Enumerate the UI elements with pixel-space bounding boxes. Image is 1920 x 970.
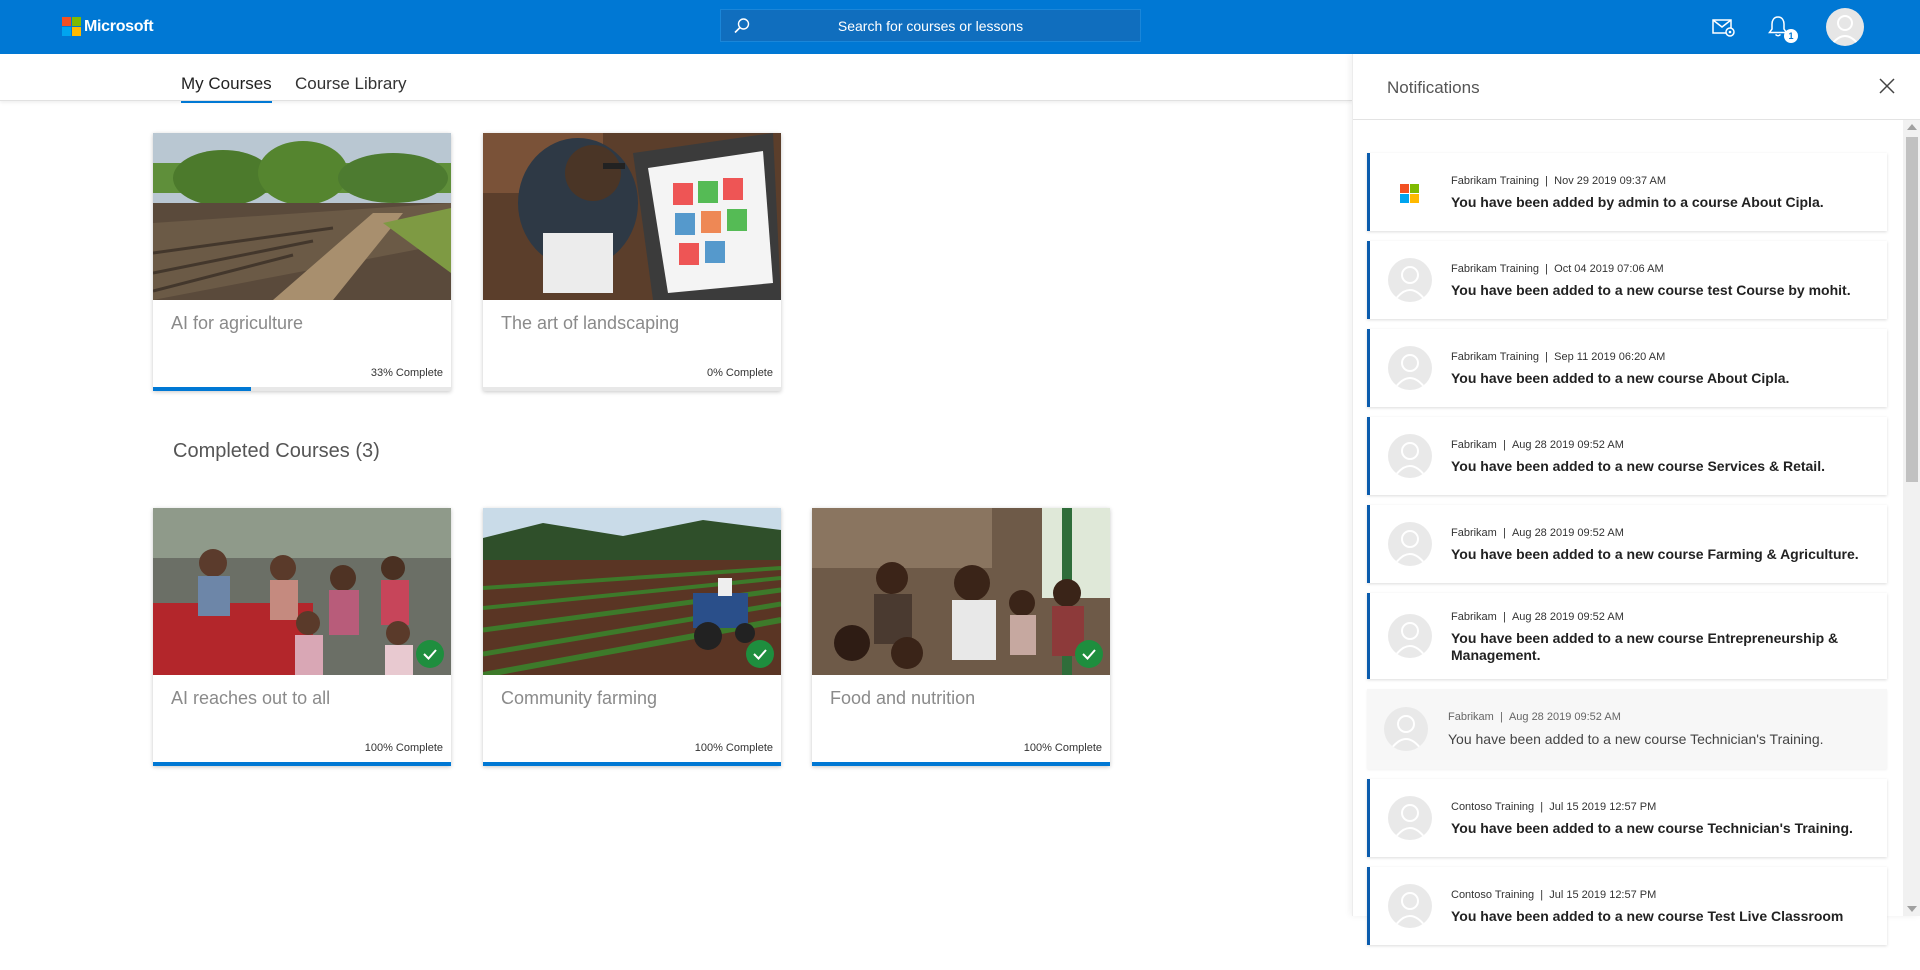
notification-item[interactable]: Contoso Training | Jul 15 2019 12:57 PM … xyxy=(1367,779,1887,857)
progress-label: 100% Complete xyxy=(694,742,773,754)
progress-bar xyxy=(812,762,1110,766)
person-avatar-icon xyxy=(1388,346,1432,390)
notification-meta: Fabrikam | Aug 28 2019 09:52 AM xyxy=(1448,711,1621,723)
notification-message: You have been added to a new course test… xyxy=(1451,282,1851,298)
notification-item[interactable]: Fabrikam | Aug 28 2019 09:52 AM You have… xyxy=(1367,689,1887,769)
course-image-tractor-field xyxy=(483,508,781,675)
notification-item[interactable]: Fabrikam | Aug 28 2019 09:52 AM You have… xyxy=(1367,417,1887,495)
notifications-title: Notifications xyxy=(1387,78,1480,97)
completed-check-icon xyxy=(416,640,444,668)
progress-label: 33% Complete xyxy=(370,367,443,379)
notification-message: You have been added to a new course Tech… xyxy=(1451,820,1853,836)
notification-meta: Fabrikam | Aug 28 2019 09:52 AM xyxy=(1451,527,1624,539)
course-title: AI reaches out to all xyxy=(171,688,331,708)
course-card-ai-agriculture[interactable]: AI for agriculture 33% Complete xyxy=(153,133,451,391)
progress-bar xyxy=(483,762,781,766)
progress-label: 100% Complete xyxy=(1023,742,1102,754)
tab-course-library[interactable]: Course Library xyxy=(295,74,407,101)
notification-message: You have been added to a new course Test… xyxy=(1451,908,1844,924)
person-avatar-icon xyxy=(1384,707,1428,751)
search-icon xyxy=(734,18,750,34)
course-card-community-farming[interactable]: Community farming 100% Complete xyxy=(483,508,781,766)
notification-message: You have been added to a new course Farm… xyxy=(1451,546,1859,562)
person-icon xyxy=(1831,15,1859,45)
microsoft-logo-icon xyxy=(62,17,81,36)
progress-label: 0% Complete xyxy=(706,367,773,379)
course-image-tablet-design xyxy=(483,133,781,300)
notification-meta: Contoso Training | Jul 15 2019 12:57 PM xyxy=(1451,889,1657,901)
notification-meta: Fabrikam | Aug 28 2019 09:52 AM xyxy=(1451,611,1624,623)
completed-courses-count: (3) xyxy=(355,440,380,462)
course-tabs: My Courses Course Library xyxy=(0,54,1352,103)
completed-check-icon xyxy=(746,640,774,668)
person-avatar-icon xyxy=(1388,258,1432,302)
completed-courses-heading: Completed Courses (3) xyxy=(173,440,380,463)
microsoft-logo[interactable]: Microsoft xyxy=(62,17,154,36)
notification-message: You have been added to a new course Serv… xyxy=(1451,458,1825,474)
person-avatar-icon xyxy=(1388,796,1432,840)
notification-meta: Fabrikam Training | Oct 04 2019 07:06 AM xyxy=(1451,263,1664,275)
close-icon[interactable] xyxy=(1879,78,1895,94)
completed-courses-title: Completed Courses xyxy=(173,440,350,462)
progress-label: 100% Complete xyxy=(364,742,443,754)
tab-my-courses[interactable]: My Courses xyxy=(181,74,272,103)
search-box[interactable] xyxy=(720,9,1141,42)
notification-item[interactable]: Fabrikam | Aug 28 2019 09:52 AM You have… xyxy=(1367,505,1887,583)
search-input[interactable] xyxy=(721,17,1140,34)
person-avatar-icon xyxy=(1388,884,1432,928)
progress-fill xyxy=(153,387,252,391)
progress-bar xyxy=(483,387,781,391)
course-title: The art of landscaping xyxy=(501,313,680,333)
course-card-art-landscaping[interactable]: The art of landscaping 0% Complete xyxy=(483,133,781,391)
notification-item[interactable]: Fabrikam Training | Sep 11 2019 06:20 AM… xyxy=(1367,329,1887,407)
notification-list: Fabrikam Training | Nov 29 2019 09:37 AM… xyxy=(1353,120,1920,970)
scroll-up-arrow-icon[interactable] xyxy=(1907,124,1917,130)
course-card-food-nutrition[interactable]: Food and nutrition 100% Complete xyxy=(812,508,1110,766)
notification-item[interactable]: Fabrikam Training | Nov 29 2019 09:37 AM… xyxy=(1367,153,1887,231)
course-image-farm-field xyxy=(153,133,451,300)
scroll-down-arrow-icon[interactable] xyxy=(1907,906,1917,912)
notification-meta: Fabrikam | Aug 28 2019 09:52 AM xyxy=(1451,439,1624,451)
course-card-ai-reaches-out[interactable]: AI reaches out to all 100% Complete xyxy=(153,508,451,766)
mail-settings-icon[interactable] xyxy=(1709,13,1737,41)
progress-fill xyxy=(483,762,781,766)
notification-message: You have been added to a new course Abou… xyxy=(1451,370,1790,386)
brand-name: Microsoft xyxy=(84,17,154,35)
progress-bar xyxy=(153,762,451,766)
top-bar: Microsoft 1 xyxy=(0,0,1920,54)
notification-item[interactable]: Fabrikam Training | Oct 04 2019 07:06 AM… xyxy=(1367,241,1887,319)
course-title: Food and nutrition xyxy=(830,688,976,708)
course-title: AI for agriculture xyxy=(171,313,304,333)
notifications-panel: Notifications Fabrikam Training | Nov 29… xyxy=(1352,54,1920,945)
person-avatar-icon xyxy=(1388,614,1432,658)
notification-message: You have been added to a new course Entr… xyxy=(1451,630,1839,663)
course-title: Community farming xyxy=(501,688,658,708)
notification-meta: Contoso Training | Jul 15 2019 12:57 PM xyxy=(1451,801,1657,813)
notification-meta: Fabrikam Training | Nov 29 2019 09:37 AM xyxy=(1451,175,1667,187)
progress-fill xyxy=(153,762,451,766)
person-avatar-icon xyxy=(1388,434,1432,478)
notifications-header: Notifications xyxy=(1353,54,1920,120)
user-avatar[interactable] xyxy=(1826,8,1864,46)
notification-message: You have been added to a new course Tech… xyxy=(1448,731,1824,747)
notification-item[interactable]: Fabrikam | Aug 28 2019 09:52 AM You have… xyxy=(1367,593,1887,679)
notification-meta: Fabrikam Training | Sep 11 2019 06:20 AM xyxy=(1451,351,1666,363)
notification-item[interactable]: Contoso Training | Jul 15 2019 12:57 PM … xyxy=(1367,867,1887,945)
progress-fill xyxy=(812,762,1110,766)
notification-badge: 1 xyxy=(1784,29,1798,43)
course-image-children-group xyxy=(153,508,451,675)
completed-check-icon xyxy=(1075,640,1103,668)
person-avatar-icon xyxy=(1388,522,1432,566)
microsoft-logo-icon xyxy=(1400,184,1419,203)
scrollbar-thumb[interactable] xyxy=(1906,137,1918,482)
course-image-mothers-children xyxy=(812,508,1110,675)
notification-message: You have been added by admin to a course… xyxy=(1451,194,1824,210)
progress-bar xyxy=(153,387,451,391)
notifications-scrollbar[interactable] xyxy=(1903,120,1920,916)
